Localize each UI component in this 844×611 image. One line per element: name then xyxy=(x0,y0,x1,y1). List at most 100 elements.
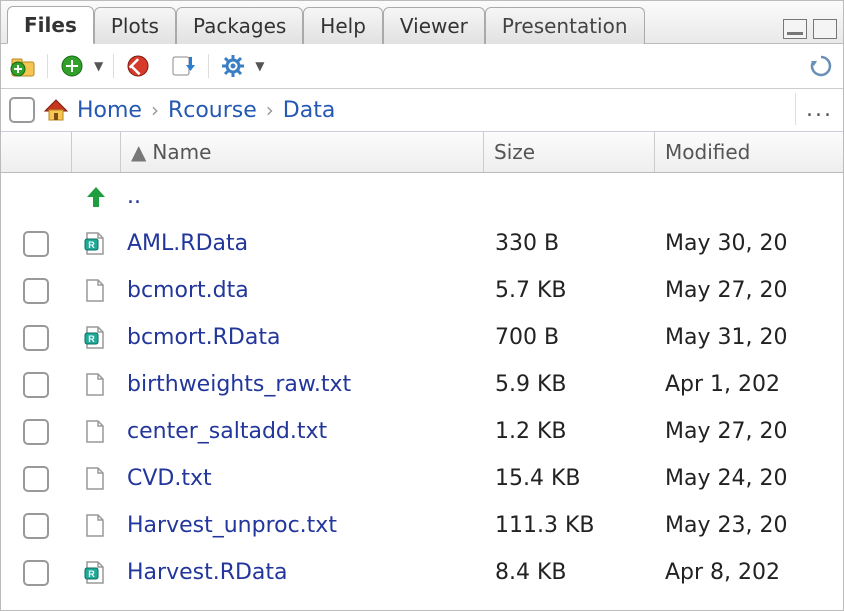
column-size-header[interactable]: Size xyxy=(484,132,655,172)
file-name[interactable]: AML.RData xyxy=(117,231,485,256)
file-checkbox[interactable] xyxy=(23,231,49,257)
tab-presentation[interactable]: Presentation xyxy=(485,7,645,44)
file-name[interactable]: bcmort.dta xyxy=(117,278,485,303)
file-name[interactable]: Harvest_unproc.txt xyxy=(117,513,485,538)
file-row[interactable]: bcmort.RData700 BMay 31, 20 xyxy=(1,314,843,361)
file-checkbox[interactable] xyxy=(23,560,49,586)
more-gear-button[interactable] xyxy=(219,52,247,80)
column-size-label: Size xyxy=(494,140,535,164)
files-toolbar: ▼ ▼ xyxy=(1,44,843,89)
refresh-button[interactable] xyxy=(807,52,835,80)
file-modified: May 31, 20 xyxy=(655,325,843,350)
rdata-file-icon xyxy=(71,325,117,351)
file-checkbox[interactable] xyxy=(23,513,49,539)
maximize-pane-button[interactable] xyxy=(813,19,837,39)
separator xyxy=(208,54,209,78)
breadcrumb-rcourse[interactable]: Rcourse xyxy=(168,98,257,123)
parent-directory-label[interactable]: .. xyxy=(117,184,485,209)
tab-help[interactable]: Help xyxy=(303,7,383,44)
file-name[interactable]: center_saltadd.txt xyxy=(117,419,485,444)
home-icon[interactable] xyxy=(43,98,69,122)
minimize-pane-button[interactable] xyxy=(783,19,807,39)
file-modified: May 23, 20 xyxy=(655,513,843,538)
rdata-file-icon xyxy=(71,560,117,586)
parent-directory-row[interactable]: .. xyxy=(1,173,843,220)
tab-plots[interactable]: Plots xyxy=(94,7,176,44)
file-modified: Apr 8, 202 xyxy=(655,560,843,585)
file-list[interactable]: .. AML.RData330 BMay 30, 20bcmort.dta5.7… xyxy=(1,173,843,610)
file-checkbox[interactable] xyxy=(23,372,49,398)
tab-viewer[interactable]: Viewer xyxy=(383,7,485,44)
column-name-label: Name xyxy=(152,140,211,164)
breadcrumb-separator-icon xyxy=(149,98,161,122)
file-size: 5.7 KB xyxy=(485,278,655,303)
file-name[interactable]: bcmort.RData xyxy=(117,325,485,350)
separator xyxy=(47,54,48,78)
file-row[interactable]: CVD.txt15.4 KBMay 24, 20 xyxy=(1,455,843,502)
breadcrumb-home[interactable]: Home xyxy=(77,98,142,123)
file-modified: Apr 1, 202 xyxy=(655,372,843,397)
rename-button[interactable] xyxy=(170,52,198,80)
file-checkbox[interactable] xyxy=(23,466,49,492)
new-blank-file-button[interactable] xyxy=(58,52,86,80)
file-row[interactable]: Harvest_unproc.txt111.3 KBMay 23, 20 xyxy=(1,502,843,549)
up-arrow-icon xyxy=(71,185,117,209)
file-checkbox[interactable] xyxy=(23,419,49,445)
file-name[interactable]: CVD.txt xyxy=(117,466,485,491)
file-icon xyxy=(71,372,117,398)
file-modified: May 27, 20 xyxy=(655,419,843,444)
column-header-row: ▲ Name Size Modified xyxy=(1,132,843,173)
tab-label: Files xyxy=(24,13,77,37)
column-modified-header[interactable]: Modified xyxy=(655,140,843,164)
file-row[interactable]: birthweights_raw.txt5.9 KBApr 1, 202 xyxy=(1,361,843,408)
column-modified-label: Modified xyxy=(665,140,750,164)
rdata-file-icon xyxy=(71,231,117,257)
file-name[interactable]: Harvest.RData xyxy=(117,560,485,585)
file-checkbox[interactable] xyxy=(23,325,49,351)
file-size: 111.3 KB xyxy=(485,513,655,538)
tab-label: Plots xyxy=(111,14,159,38)
tab-strip: Files Plots Packages Help Viewer Presentation xyxy=(1,1,843,44)
tab-packages[interactable]: Packages xyxy=(176,7,303,44)
select-all-checkbox[interactable] xyxy=(9,97,35,123)
column-icon-header xyxy=(72,132,121,172)
tab-label: Help xyxy=(320,14,366,38)
file-modified: May 30, 20 xyxy=(655,231,843,256)
separator xyxy=(113,54,114,78)
tab-files[interactable]: Files xyxy=(7,6,94,44)
file-icon xyxy=(71,419,117,445)
file-row[interactable]: bcmort.dta5.7 KBMay 27, 20 xyxy=(1,267,843,314)
window-controls xyxy=(783,19,837,39)
more-dropdown[interactable]: ▼ xyxy=(255,59,264,73)
path-more-button[interactable]: ... xyxy=(795,93,833,125)
breadcrumb-separator-icon xyxy=(264,98,276,122)
tab-label: Viewer xyxy=(400,14,468,38)
column-name-header[interactable]: ▲ Name xyxy=(121,132,484,172)
delete-button[interactable] xyxy=(124,52,152,80)
file-modified: May 24, 20 xyxy=(655,466,843,491)
file-row[interactable]: center_saltadd.txt1.2 KBMay 27, 20 xyxy=(1,408,843,455)
file-checkbox[interactable] xyxy=(23,278,49,304)
tab-label: Packages xyxy=(193,14,286,38)
file-icon xyxy=(71,466,117,492)
file-size: 15.4 KB xyxy=(485,466,655,491)
column-checkbox-header xyxy=(1,132,72,172)
files-pane: Files Plots Packages Help Viewer Presentation… xyxy=(0,0,844,611)
file-size: 8.4 KB xyxy=(485,560,655,585)
sort-asc-icon: ▲ xyxy=(131,140,146,164)
tab-label: Presentation xyxy=(502,14,628,38)
file-size: 700 B xyxy=(485,325,655,350)
file-size: 5.9 KB xyxy=(485,372,655,397)
breadcrumb-bar: Home Rcourse Data ... xyxy=(1,89,843,132)
breadcrumb-data[interactable]: Data xyxy=(283,98,336,123)
new-file-dropdown[interactable]: ▼ xyxy=(94,59,103,73)
file-modified: May 27, 20 xyxy=(655,278,843,303)
file-icon xyxy=(71,278,117,304)
file-name[interactable]: birthweights_raw.txt xyxy=(117,372,485,397)
file-row[interactable]: Harvest.RData8.4 KBApr 8, 202 xyxy=(1,549,843,596)
file-size: 1.2 KB xyxy=(485,419,655,444)
file-row[interactable]: AML.RData330 BMay 30, 20 xyxy=(1,220,843,267)
file-size: 330 B xyxy=(485,231,655,256)
new-folder-button[interactable] xyxy=(9,52,37,80)
file-icon xyxy=(71,513,117,539)
